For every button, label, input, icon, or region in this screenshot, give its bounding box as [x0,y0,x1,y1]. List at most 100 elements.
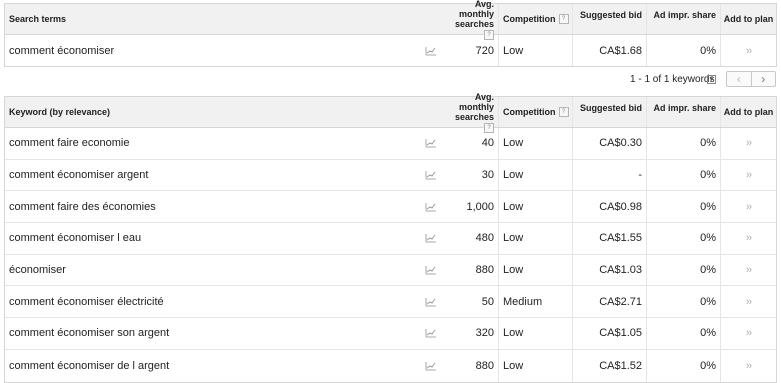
double-chevron-icon: ›› [745,44,752,57]
double-chevron-icon: ›› [745,264,752,277]
prev-page-button[interactable]: ‹ [727,72,752,86]
pagination-nav: ‹ › [726,71,776,87]
table-row: comment faire des économies 1,000 Low CA$0.… [5,191,776,224]
suggested-bid-cell: CA$0.30 [573,128,647,159]
keyword-cell: comment faire des économies [9,200,156,213]
add-to-plan-button[interactable]: ›› [721,350,776,382]
avg-monthly-searches-header[interactable]: Avg. monthly searches ? [442,92,499,133]
trend-chart-icon[interactable] [420,318,442,349]
ad-impr-share-cell: 0% [647,159,721,191]
competition-cell: Low [499,128,573,159]
add-to-plan-button[interactable]: ›› [721,318,776,349]
table-row: comment économiser électricité 50 Medium CA… [5,286,776,319]
trend-chart-icon[interactable] [420,350,442,382]
avg-searches-cell: 1,000 [442,191,499,223]
add-to-plan-button[interactable]: ›› [721,255,776,286]
avg-searches-cell: 720 [442,35,499,66]
keyword-ideas-header: Keyword (by relevance) Avg. monthly sear… [5,92,776,133]
trend-chart-icon[interactable] [420,35,442,66]
trend-chart-icon[interactable] [420,128,442,159]
double-chevron-icon: ›› [745,327,752,340]
table-row: comment économiser de l argent 880 Low CA$1… [5,349,776,382]
competition-cell: Low [499,318,573,349]
add-to-plan-header: Add to plan [723,107,774,117]
pagination-text: 1 - 1 of 1 keywords [630,74,715,85]
ad-impr-share-cell: 0% [647,223,721,254]
avg-monthly-searches-header[interactable]: Avg. monthly searches ? [442,0,499,40]
double-chevron-icon: ›› [745,295,752,308]
keyword-cell: comment économiser l eau [9,232,142,245]
double-chevron-icon: ›› [745,169,752,182]
keyword-cell: comment faire economie [9,137,130,150]
suggested-bid-header[interactable]: Suggested bid [573,4,647,34]
suggested-bid-cell: CA$1.68 [573,35,647,66]
ad-impr-share-cell: 0% [647,318,721,349]
trend-chart-icon[interactable] [420,255,442,286]
ad-impr-share-cell: 0% [647,286,721,318]
avg-searches-cell: 50 [442,286,499,318]
table-row: comment économiser 720 Low CA$1.68 0% ›› [5,35,776,66]
table-row: comment économiser argent 30 Low -0% ›› [5,159,776,192]
search-terms-column-header[interactable]: Search terms [5,4,420,34]
ad-impr-share-header[interactable]: Ad impr. share [647,97,721,127]
table-row: comment économiser l eau 480 Low CA$1.55 0% ›… [5,223,776,255]
keyword-cell: comment économiser de l argent [9,359,170,372]
ad-impr-share-cell: 0% [647,349,721,382]
table-row: comment économiser son argent 320 Low CA$1.… [5,318,776,350]
keyword-cell: économiser [9,264,66,277]
double-chevron-icon: ›› [745,137,752,150]
suggested-bid-header[interactable]: Suggested bid [573,97,647,127]
help-icon[interactable]: ? [558,14,569,24]
pagination-bar: 1 - 1 of 1 keywords ▼ ‹ › [0,69,781,91]
suggested-bid-cell: CA$0.98 [573,191,647,223]
table-row: économiser 880 Low CA$1.03 0% ›› [5,254,776,287]
keyword-cell: comment économiser son argent [9,327,170,340]
double-chevron-icon: ›› [745,232,752,245]
competition-header[interactable]: Competition? [499,97,573,127]
ad-impr-share-cell: 0% [647,35,721,66]
competition-cell: Low [499,223,573,254]
suggested-bid-cell: CA$2.71 [573,286,647,318]
help-icon[interactable]: ? [558,107,569,117]
table-row: comment faire economie 40 Low CA$0.30 0% ›› [5,128,776,160]
suggested-bid-cell: CA$1.05 [573,318,647,349]
ad-impr-share-cell: 0% [647,191,721,223]
dropdown-icon[interactable]: ▼ [707,75,716,84]
competition-cell: Medium [499,286,573,318]
suggested-bid-cell: CA$1.03 [573,254,647,286]
trend-chart-icon[interactable] [420,160,442,191]
suggested-bid-cell: - [573,159,647,191]
trend-chart-icon[interactable] [420,286,442,317]
search-terms-table: Search terms Avg. monthly searches ? Com… [4,0,777,67]
avg-searches-cell: 320 [442,318,499,349]
add-to-plan-button[interactable]: ›› [721,286,776,317]
double-chevron-icon: ›› [745,200,752,213]
next-page-button[interactable]: › [752,72,776,86]
ad-impr-share-header[interactable]: Ad impr. share [647,4,721,34]
add-to-plan-button[interactable]: ›› [721,160,776,191]
ad-impr-share-cell: 0% [647,128,721,159]
competition-header[interactable]: Competition? [499,4,573,34]
add-to-plan-button[interactable]: ›› [721,35,776,66]
avg-searches-cell: 880 [442,254,499,286]
competition-cell: Low [499,349,573,382]
avg-searches-cell: 40 [442,128,499,159]
search-terms-header: Search terms Avg. monthly searches ? Com… [5,0,776,40]
keyword-cell: comment économiser argent [9,169,149,182]
competition-cell: Low [499,159,573,191]
add-to-plan-button[interactable]: ›› [721,223,776,254]
add-to-plan-header: Add to plan [723,14,774,24]
trend-chart-icon[interactable] [420,223,442,254]
add-to-plan-button[interactable]: ›› [721,191,776,222]
suggested-bid-cell: CA$1.52 [573,349,647,382]
trend-chart-icon[interactable] [420,191,442,222]
keyword-cell: comment économiser [9,44,115,57]
competition-cell: Low [499,254,573,286]
ad-impr-share-cell: 0% [647,254,721,286]
add-to-plan-button[interactable]: ›› [721,128,776,159]
competition-cell: Low [499,35,573,66]
keyword-column-header[interactable]: Keyword (by relevance) [5,97,420,127]
keyword-ideas-table: Keyword (by relevance) Avg. monthly sear… [4,92,777,383]
double-chevron-icon: ›› [745,359,752,372]
suggested-bid-cell: CA$1.55 [573,223,647,254]
